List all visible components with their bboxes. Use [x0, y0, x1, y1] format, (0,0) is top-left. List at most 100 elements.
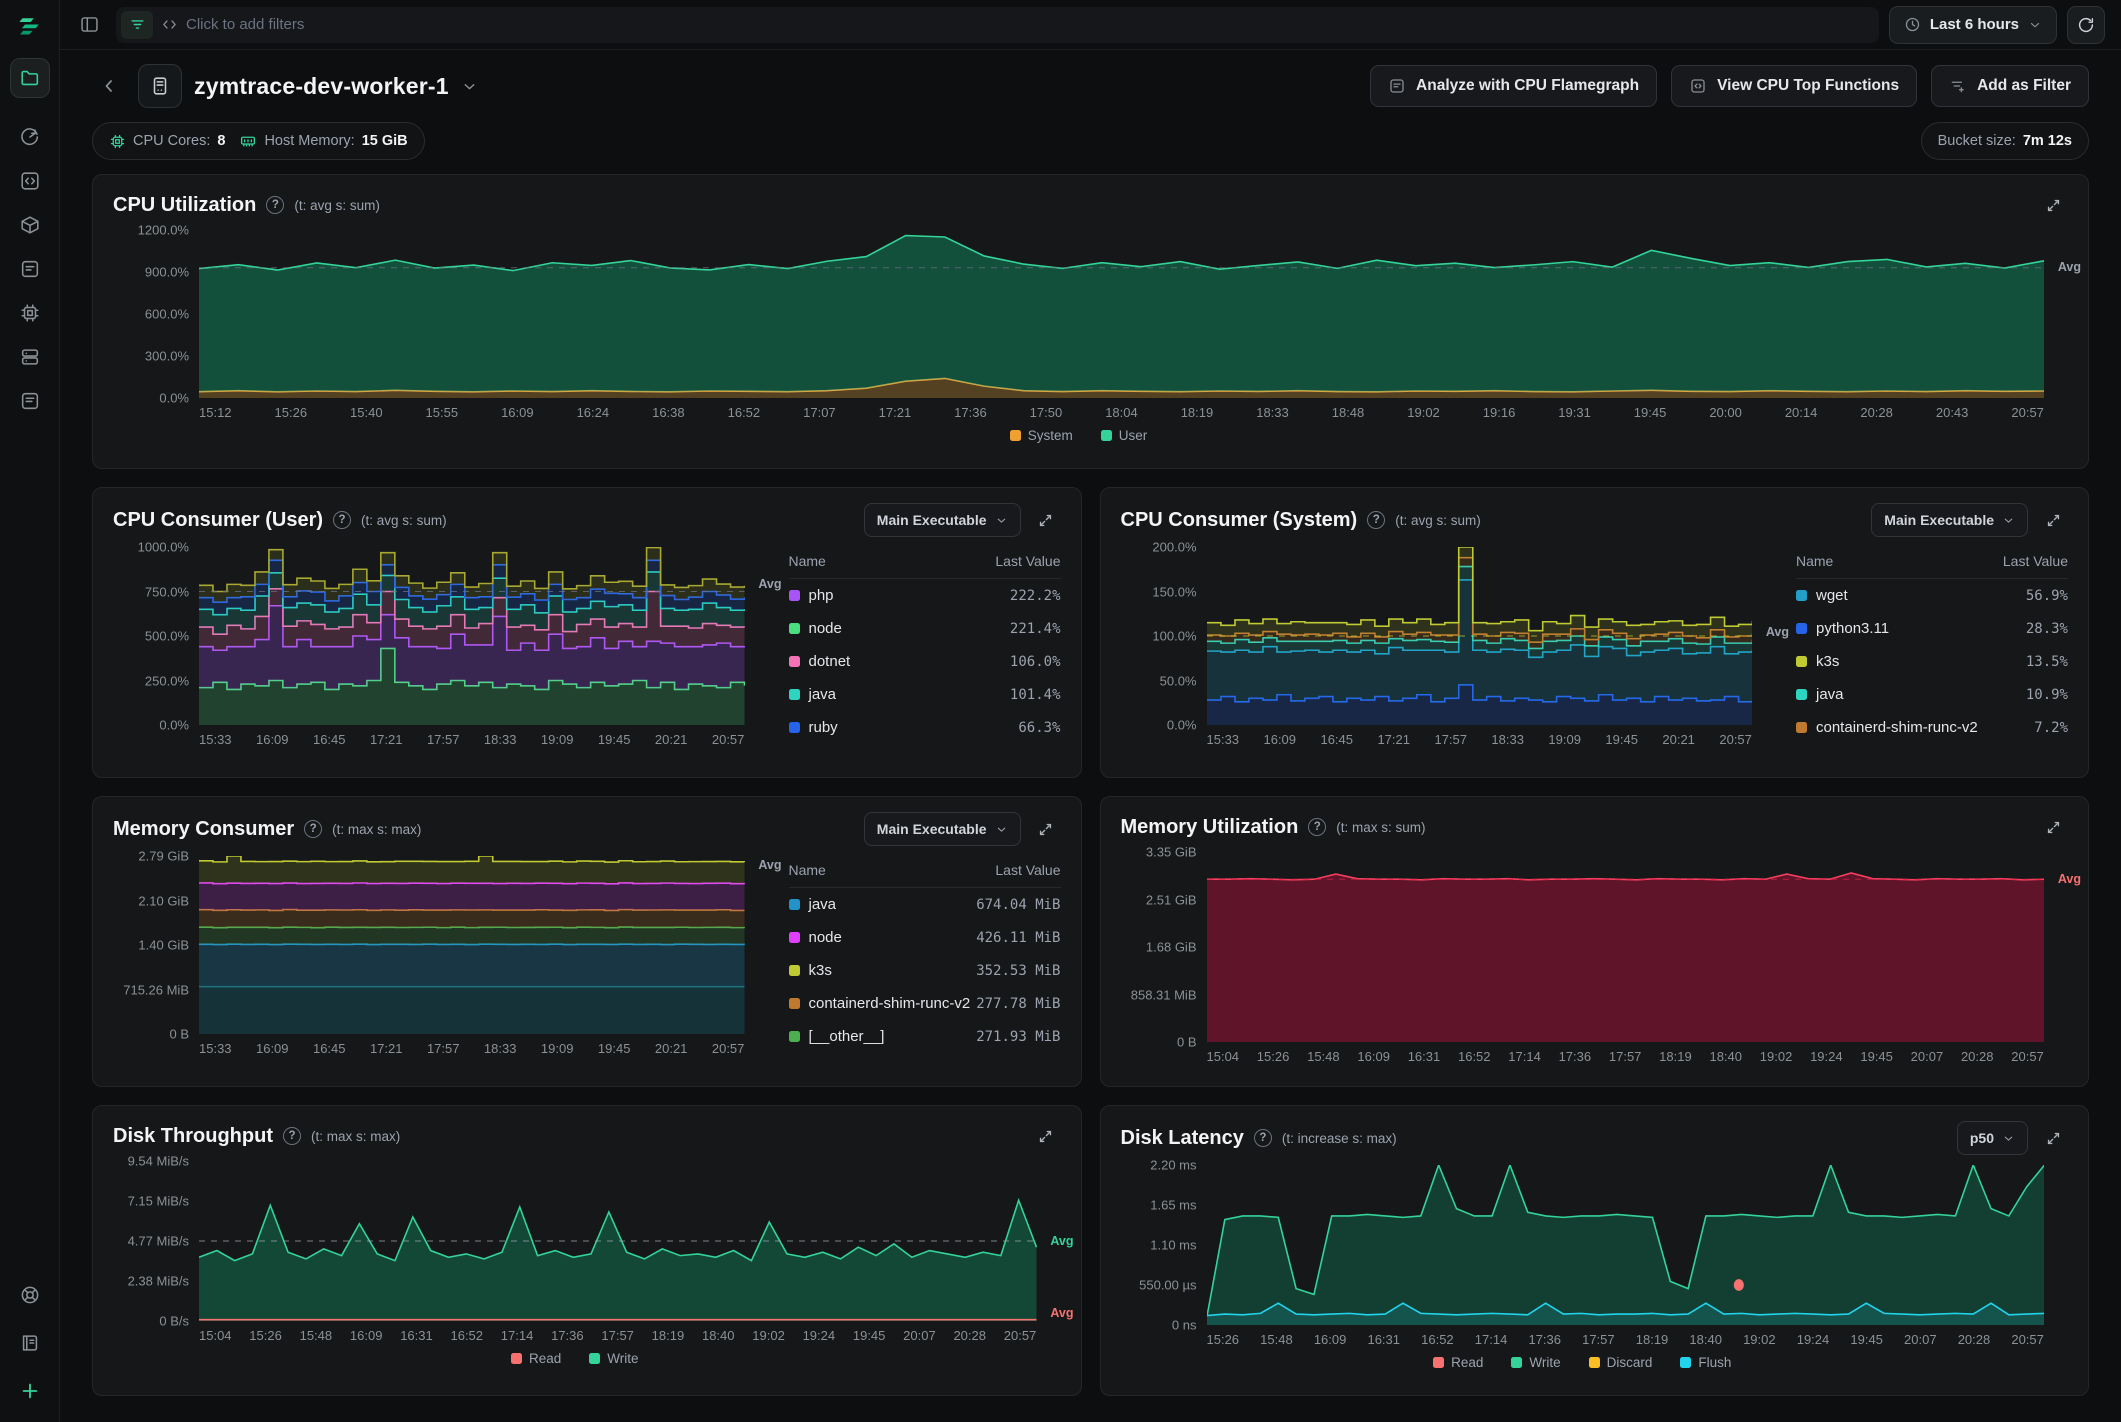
panel-cpu-consumer-system: CPU Consumer (System) ? (t: avg s: sum) … [1100, 487, 2090, 778]
help-icon[interactable]: ? [304, 820, 322, 838]
expand-button[interactable] [2038, 812, 2068, 842]
legend-table-row[interactable]: containerd-shim-runc-v2277.78 MiB [789, 987, 1061, 1020]
legend-table-row[interactable]: containerd-shim-runc-v27.2% [1796, 711, 2068, 744]
legend-table-row[interactable]: k3s13.5% [1796, 645, 2068, 678]
legend-item[interactable]: User [1101, 428, 1148, 443]
cpu-utilization-chart[interactable]: Avg [199, 230, 2044, 398]
legend-table-row[interactable]: python3.1128.3% [1796, 612, 2068, 645]
refresh-button[interactable] [2067, 6, 2105, 44]
legend-table-row[interactable]: node426.11 MiB [789, 921, 1061, 954]
legend-table-row[interactable]: wget56.9% [1796, 579, 2068, 612]
legend-table-row[interactable]: node221.4% [789, 612, 1061, 645]
sidebar-item-cpu-inspector[interactable] [10, 298, 50, 328]
cpu-consumer-user-chart[interactable]: Avg [199, 547, 745, 725]
y-tick-label: 550.00 µs [1139, 1278, 1196, 1293]
sidebar-item-code-explorer[interactable] [10, 166, 50, 196]
disk-latency-chart[interactable] [1207, 1165, 2045, 1325]
x-tick-label: 16:09 [350, 1328, 383, 1343]
memory-consumer-chart[interactable]: Avg [199, 856, 745, 1034]
x-tick-label: 16:52 [1421, 1332, 1454, 1347]
expand-button[interactable] [1031, 1121, 1061, 1151]
legend-item[interactable]: System [1010, 428, 1073, 443]
legend-swatch [511, 1353, 522, 1364]
legend-table-header: NameLast Value [789, 549, 1061, 579]
sidebar-item-hosts[interactable] [10, 58, 50, 98]
legend-item[interactable]: Read [511, 1351, 561, 1366]
legend-table-row[interactable]: ruby66.3% [789, 711, 1061, 744]
x-tick-label: 19:45 [598, 732, 631, 747]
help-icon[interactable]: ? [1308, 818, 1326, 836]
add-as-filter-button[interactable]: Add as Filter [1931, 65, 2089, 107]
legend-item[interactable]: Discard [1589, 1355, 1653, 1370]
legend-table-row[interactable]: java101.4% [789, 678, 1061, 711]
memory-utilization-chart[interactable]: Avg [1207, 852, 2045, 1042]
percentile-dropdown[interactable]: p50 [1957, 1121, 2028, 1155]
legend-item[interactable]: Write [1511, 1355, 1560, 1370]
legend-item[interactable]: Read [1433, 1355, 1483, 1370]
x-tick-label: 19:09 [541, 1041, 574, 1056]
clock-icon [1904, 16, 1921, 33]
x-tick-label: 18:19 [1636, 1332, 1669, 1347]
y-tick-label: 300.0% [145, 349, 189, 364]
x-tick-label: 20:07 [1904, 1332, 1937, 1347]
panel-title: CPU Consumer (System) [1121, 509, 1358, 532]
expand-button[interactable] [2038, 505, 2068, 535]
help-icon[interactable]: ? [1254, 1129, 1272, 1147]
support-button[interactable] [10, 1280, 50, 1310]
legend-item[interactable]: Flush [1680, 1355, 1731, 1370]
y-tick-label: 100.0% [1152, 629, 1196, 644]
analyze-flamegraph-button[interactable]: Analyze with CPU Flamegraph [1370, 65, 1657, 107]
filter-menu-button[interactable] [121, 11, 153, 39]
x-tick-label: 17:57 [427, 732, 460, 747]
legend-table-row[interactable]: java674.04 MiB [789, 888, 1061, 921]
x-tick-label: 19:45 [1850, 1332, 1883, 1347]
sidebar-item-storage[interactable] [10, 342, 50, 372]
x-tick-label: 18:33 [1256, 405, 1289, 420]
legend-table-row[interactable]: [__other__]271.93 MiB [789, 1020, 1061, 1053]
page-title: zymtrace-dev-worker-1 [194, 73, 449, 100]
add-new-button[interactable] [10, 1376, 50, 1406]
legend-swatch [1101, 430, 1112, 441]
documentation-button[interactable] [10, 1328, 50, 1358]
expand-button[interactable] [2038, 190, 2068, 220]
sidebar-item-reports[interactable] [10, 254, 50, 284]
help-icon[interactable]: ? [266, 196, 284, 214]
legend-table-row[interactable]: k3s352.53 MiB [789, 954, 1061, 987]
dropdown-label: Main Executable [877, 512, 987, 528]
query-mode-button[interactable] [161, 16, 178, 33]
x-tick-label: 15:26 [1257, 1049, 1290, 1064]
sidebar-toggle-button[interactable] [72, 8, 106, 42]
expand-button[interactable] [1031, 814, 1061, 844]
filter-input[interactable] [186, 16, 1869, 33]
x-tick-label: 16:09 [256, 1041, 289, 1056]
help-icon[interactable]: ? [283, 1127, 301, 1145]
help-icon[interactable]: ? [1367, 511, 1385, 529]
expand-button[interactable] [1031, 505, 1061, 535]
help-icon[interactable]: ? [333, 511, 351, 529]
cpu-consumer-system-chart[interactable]: Avg [1207, 547, 1753, 725]
host-memory-value: 15 GiB [362, 133, 408, 149]
header-actions: Analyze with CPU Flamegraph View CPU Top… [1370, 65, 2089, 107]
sidebar-item-profiling-gauge[interactable] [10, 122, 50, 152]
disk-throughput-chart[interactable]: AvgAvg [199, 1161, 1037, 1321]
back-button[interactable] [92, 69, 126, 103]
host-switcher-button[interactable] [461, 78, 478, 95]
legend-table-row[interactable]: java10.9% [1796, 678, 2068, 711]
group-by-dropdown[interactable]: Main Executable [864, 812, 1021, 846]
legend-item[interactable]: Write [589, 1351, 638, 1366]
time-range-button[interactable]: Last 6 hours [1889, 6, 2057, 44]
expand-button[interactable] [2038, 1123, 2068, 1153]
x-tick-label: 16:31 [400, 1328, 433, 1343]
sidebar-item-logs[interactable] [10, 386, 50, 416]
sidebar-item-packages[interactable] [10, 210, 50, 240]
legend-table-row[interactable]: dotnet106.0% [789, 645, 1061, 678]
x-tick-label: 15:04 [199, 1328, 232, 1343]
x-tick-label: 16:45 [313, 1041, 346, 1056]
view-top-functions-button[interactable]: View CPU Top Functions [1671, 65, 1917, 107]
group-by-dropdown[interactable]: Main Executable [864, 503, 1021, 537]
group-by-dropdown[interactable]: Main Executable [1871, 503, 2028, 537]
y-tick-label: 2.20 ms [1150, 1158, 1196, 1173]
legend-table-row[interactable]: php222.2% [789, 579, 1061, 612]
y-tick-label: 150.0% [1152, 584, 1196, 599]
dropdown-label: Main Executable [1884, 512, 1994, 528]
